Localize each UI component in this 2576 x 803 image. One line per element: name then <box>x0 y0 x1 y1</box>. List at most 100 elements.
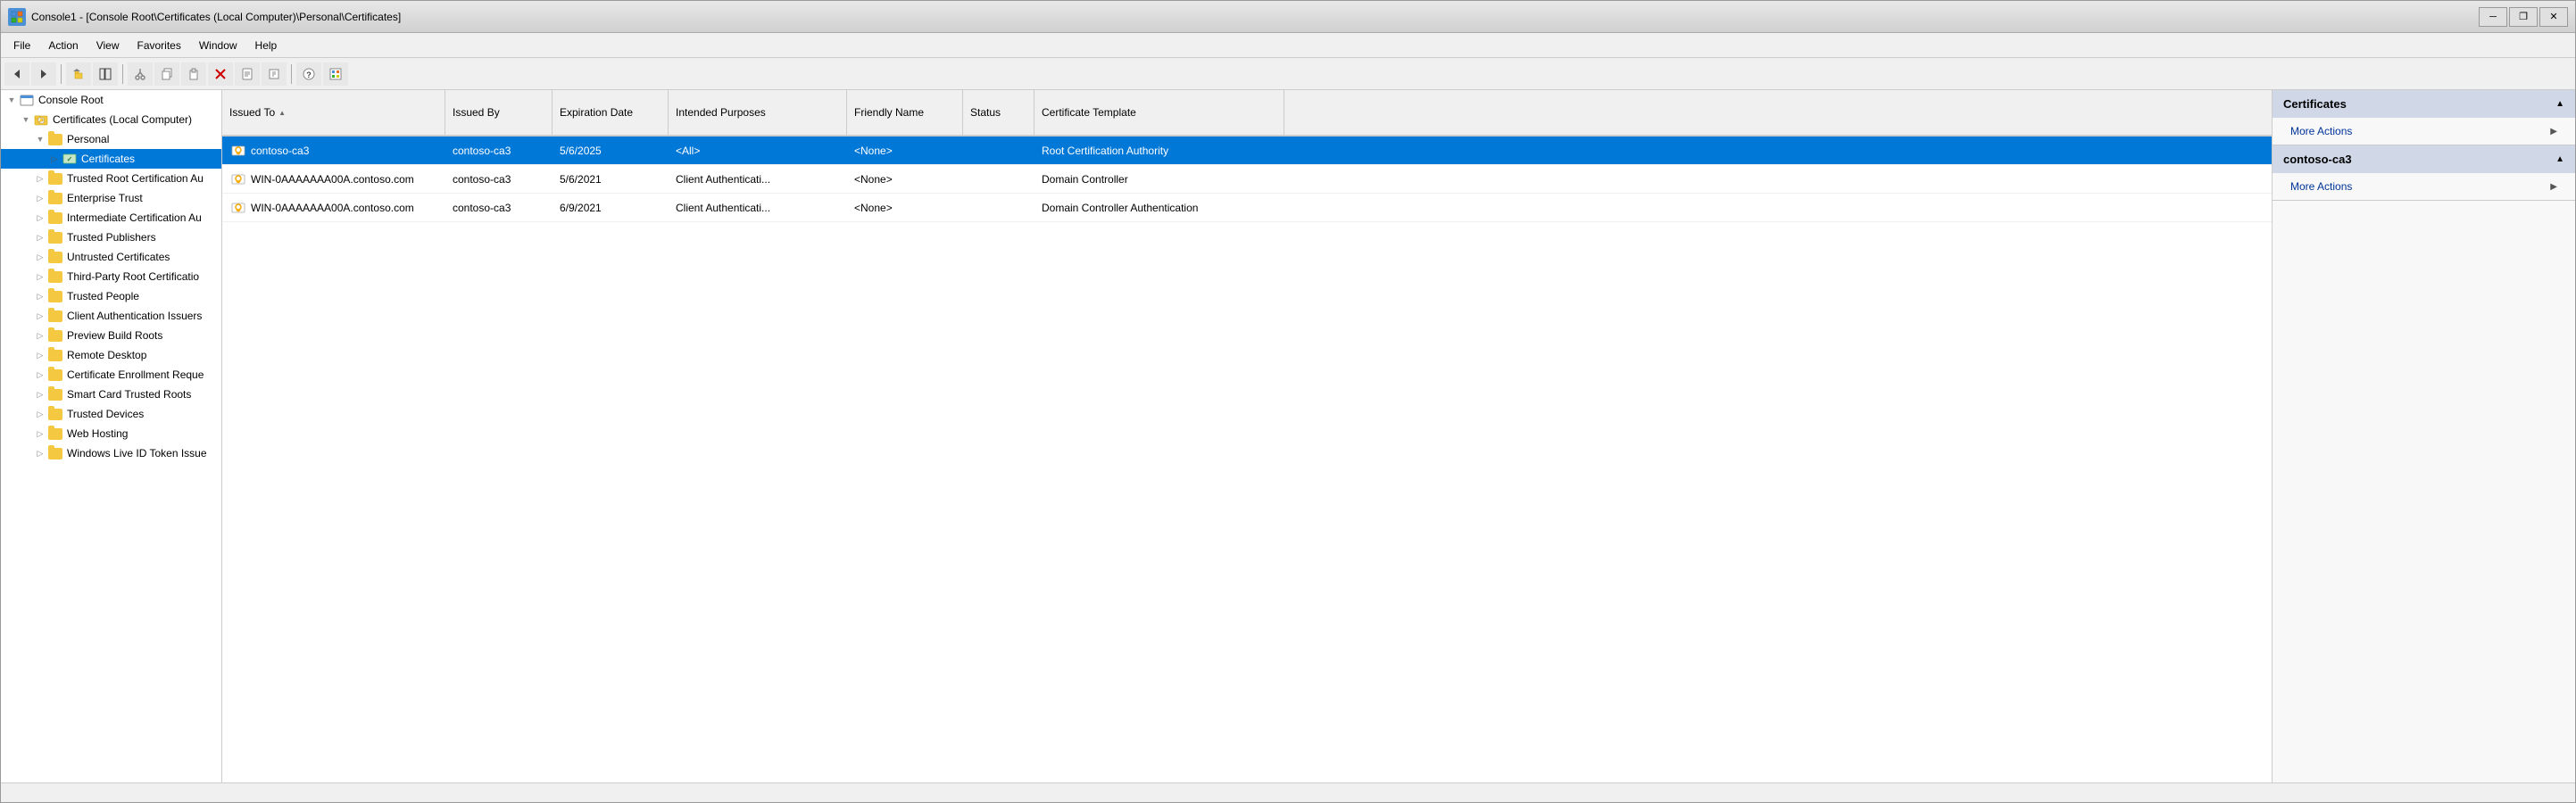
expand-icon[interactable]: ▷ <box>33 211 47 225</box>
header-friendly[interactable]: Friendly Name <box>847 90 963 135</box>
cert-icon <box>229 144 247 158</box>
folder-icon <box>47 348 63 362</box>
expand-icon[interactable]: ▷ <box>33 230 47 244</box>
tree-item-remote-desktop[interactable]: ▷ Remote Desktop <box>1 345 221 365</box>
cell-friendly: <None> <box>847 141 963 161</box>
cut-button[interactable] <box>128 62 153 86</box>
tree-item-console-root[interactable]: ▼ Console Root <box>1 90 221 110</box>
expand-icon[interactable]: ▷ <box>33 328 47 343</box>
tree-item-enterprise-trust[interactable]: ▷ Enterprise Trust <box>1 188 221 208</box>
menu-window[interactable]: Window <box>190 36 246 55</box>
expand-icon[interactable]: ▷ <box>33 407 47 421</box>
table-row[interactable]: WIN-0AAAAAAA00A.contoso.com contoso-ca3 … <box>222 194 2272 222</box>
tree-item-certificates[interactable]: ▷ ✓ Certificates <box>1 149 221 169</box>
console-root-icon <box>19 93 35 107</box>
copy-button[interactable] <box>154 62 179 86</box>
tree-item-trusted-devices[interactable]: ▷ Trusted Devices <box>1 404 221 424</box>
expand-icon[interactable]: ▷ <box>33 348 47 362</box>
help-button[interactable]: ? <box>296 62 321 86</box>
expand-icon[interactable]: ▼ <box>19 112 33 127</box>
actions-contoso-header[interactable]: contoso-ca3 ▲ <box>2273 145 2575 173</box>
menu-help[interactable]: Help <box>246 36 287 55</box>
tree-item-third-party[interactable]: ▷ Third-Party Root Certificatio <box>1 267 221 286</box>
properties-button[interactable] <box>235 62 260 86</box>
forward-button[interactable] <box>31 62 56 86</box>
svg-text:?: ? <box>306 70 312 79</box>
tree-item-label: Remote Desktop <box>67 349 146 361</box>
tree-item-certs-local[interactable]: ▼ 🔑 Certificates (Local Computer) <box>1 110 221 129</box>
header-expiration[interactable]: Expiration Date <box>553 90 669 135</box>
cell-template: Domain Controller <box>1035 170 1284 189</box>
up-button[interactable] <box>66 62 91 86</box>
app-icon <box>8 8 26 26</box>
table-row[interactable]: WIN-0AAAAAAA00A.contoso.com contoso-ca3 … <box>222 165 2272 194</box>
minimize-button[interactable]: ─ <box>2479 7 2507 27</box>
expand-icon[interactable]: ▷ <box>33 269 47 284</box>
header-friendly-label: Friendly Name <box>854 106 924 119</box>
back-button[interactable] <box>4 62 29 86</box>
header-issued-to[interactable]: Issued To ▲ <box>222 90 445 135</box>
tree-item-smart-card[interactable]: ▷ Smart Card Trusted Roots <box>1 385 221 404</box>
cell-friendly: <None> <box>847 198 963 218</box>
certs-local-icon: 🔑 <box>33 112 49 127</box>
cell-purposes: Client Authenticati... <box>669 170 847 189</box>
cell-template: Root Certification Authority <box>1035 141 1284 161</box>
expand-icon[interactable]: ▷ <box>33 289 47 303</box>
tree-item-label: Smart Card Trusted Roots <box>67 388 191 401</box>
mmc-button[interactable] <box>323 62 348 86</box>
actions-contoso-more[interactable]: More Actions ▶ <box>2273 173 2575 200</box>
tree-item-web-hosting[interactable]: ▷ Web Hosting <box>1 424 221 443</box>
tree-item-trusted-publishers[interactable]: ▷ Trusted Publishers <box>1 228 221 247</box>
cell-issued-by: contoso-ca3 <box>445 198 553 218</box>
expand-icon[interactable]: ▷ <box>33 446 47 460</box>
issued-to-value: contoso-ca3 <box>251 145 309 157</box>
restore-button[interactable]: ❐ <box>2509 7 2538 27</box>
tree-item-label: Web Hosting <box>67 427 128 440</box>
expand-icon[interactable]: ▷ <box>33 191 47 205</box>
header-template[interactable]: Certificate Template <box>1035 90 1284 135</box>
header-template-label: Certificate Template <box>1042 106 1136 119</box>
expand-icon[interactable]: ▷ <box>33 171 47 186</box>
cell-status <box>963 204 1035 211</box>
cell-issued-to: WIN-0AAAAAAA00A.contoso.com <box>222 169 445 190</box>
tree-item-trusted-root[interactable]: ▷ Trusted Root Certification Au <box>1 169 221 188</box>
close-button[interactable]: ✕ <box>2539 7 2568 27</box>
expand-icon[interactable]: ▷ <box>47 152 62 166</box>
delete-button[interactable] <box>208 62 233 86</box>
tree-item-label: Trusted Devices <box>67 408 144 420</box>
expand-icon[interactable]: ▷ <box>33 309 47 323</box>
cell-friendly: <None> <box>847 170 963 189</box>
expand-icon[interactable]: ▷ <box>33 250 47 264</box>
export-button[interactable] <box>262 62 287 86</box>
tree-item-personal[interactable]: ▼ Personal <box>1 129 221 149</box>
cell-template: Domain Controller Authentication <box>1035 198 1284 218</box>
menu-favorites[interactable]: Favorites <box>129 36 190 55</box>
tree-item-trusted-people[interactable]: ▷ Trusted People <box>1 286 221 306</box>
tree-item-preview-build[interactable]: ▷ Preview Build Roots <box>1 326 221 345</box>
cell-issued-to: WIN-0AAAAAAA00A.contoso.com <box>222 197 445 219</box>
actions-certificates-more[interactable]: More Actions ▶ <box>2273 118 2575 145</box>
tree-item-windows-live[interactable]: ▷ Windows Live ID Token Issue <box>1 443 221 463</box>
menu-view[interactable]: View <box>87 36 129 55</box>
expand-icon[interactable]: ▷ <box>33 368 47 382</box>
expand-icon[interactable]: ▷ <box>33 426 47 441</box>
tree-item-cert-enrollment[interactable]: ▷ Certificate Enrollment Reque <box>1 365 221 385</box>
header-issued-by[interactable]: Issued By <box>445 90 553 135</box>
menu-action[interactable]: Action <box>39 36 87 55</box>
paste-button[interactable] <box>181 62 206 86</box>
expand-icon[interactable]: ▼ <box>33 132 47 146</box>
folder-icon <box>47 368 63 382</box>
expand-icon[interactable]: ▼ <box>4 93 19 107</box>
menu-file[interactable]: File <box>4 36 39 55</box>
actions-certificates-header[interactable]: Certificates ▲ <box>2273 90 2575 118</box>
expand-icon[interactable]: ▷ <box>33 387 47 402</box>
table-row[interactable]: contoso-ca3 contoso-ca3 5/6/2025 <All> <… <box>222 137 2272 165</box>
header-purposes[interactable]: Intended Purposes <box>669 90 847 135</box>
folder-icon <box>47 211 63 225</box>
folder-icon <box>47 171 63 186</box>
header-status[interactable]: Status <box>963 90 1035 135</box>
tree-item-client-auth[interactable]: ▷ Client Authentication Issuers <box>1 306 221 326</box>
tree-item-intermediate[interactable]: ▷ Intermediate Certification Au <box>1 208 221 228</box>
show-console-button[interactable] <box>93 62 118 86</box>
tree-item-untrusted[interactable]: ▷ Untrusted Certificates <box>1 247 221 267</box>
